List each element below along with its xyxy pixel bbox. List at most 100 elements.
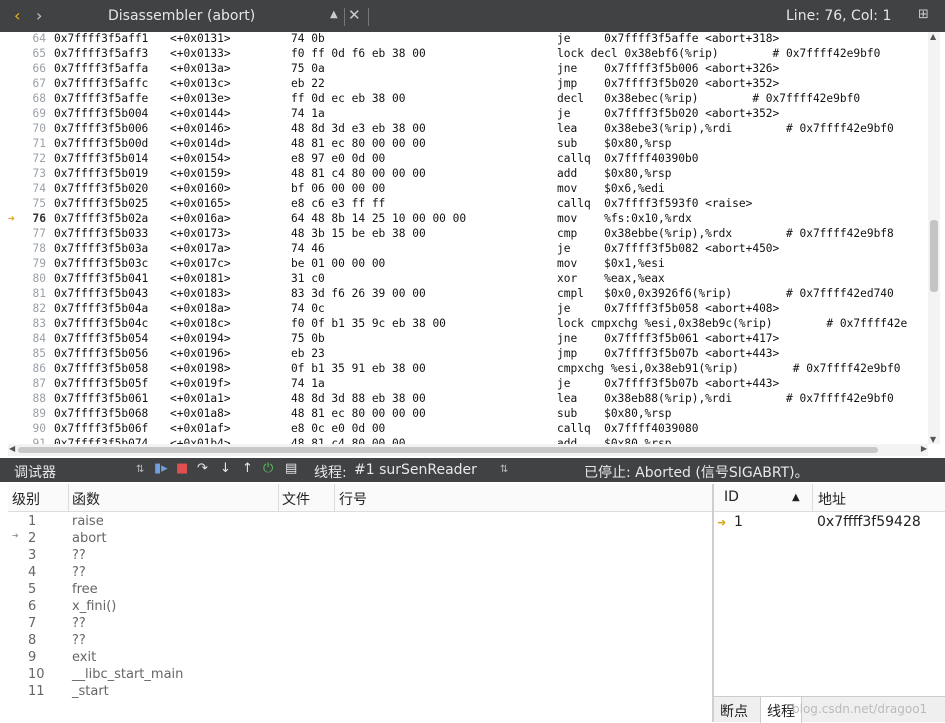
stack-frame-row[interactable]: 6 x_fini()	[8, 599, 712, 616]
code-line[interactable]: 78 0x7ffff3f5b03a <+0x017a> 74 46 je 0x7ffff…	[8, 242, 925, 257]
column-divider[interactable]	[812, 484, 813, 512]
scroll-up-icon[interactable]: ▲	[930, 32, 936, 41]
document-title[interactable]: Disassembler (abort)	[108, 8, 255, 24]
chevron-updown-icon[interactable]: ⇅	[500, 464, 508, 475]
column-divider[interactable]	[278, 484, 279, 512]
instruction-text: add $0x80,%rsp	[557, 167, 672, 180]
column-divider[interactable]	[334, 484, 335, 512]
instruction-bytes: eb 23	[291, 347, 325, 360]
continue-icon[interactable]: ▮▸	[154, 461, 168, 476]
stop-icon[interactable]: ■	[176, 461, 188, 476]
code-line[interactable]: 70 0x7ffff3f5b006 <+0x0146> 48 8d 3d e3 eb …	[8, 122, 925, 137]
code-line[interactable]: 73 0x7ffff3f5b019 <+0x0159> 48 81 c4 80 00 …	[8, 167, 925, 182]
stack-frame-row[interactable]: 1 raise	[8, 514, 712, 531]
scroll-left-icon[interactable]: ◀	[9, 444, 15, 453]
frame-function: ??	[72, 548, 86, 563]
frame-function: exit	[72, 650, 97, 665]
thread-row[interactable]: ➜ 1 0x7ffff3f59428	[714, 513, 945, 533]
column-level[interactable]: 级别	[12, 489, 40, 509]
instruction-text: je 0x7ffff3f5affe <abort+318>	[557, 32, 780, 45]
code-line[interactable]: ➜ 76 0x7ffff3f5b02a <+0x016a> 64 48 8b 14 25…	[8, 212, 925, 227]
instruction-text: je 0x7ffff3f5b082 <abort+450>	[557, 242, 780, 255]
chevron-updown-icon[interactable]: ⇅	[136, 464, 144, 475]
instruction-offset: <+0x0183>	[170, 287, 231, 300]
frame-function: ??	[72, 616, 86, 631]
code-line[interactable]: 86 0x7ffff3f5b058 <+0x0198> 0f b1 35 91 eb …	[8, 362, 925, 377]
column-file[interactable]: 文件	[282, 489, 310, 509]
back-arrow-icon[interactable]: ‹	[14, 6, 20, 25]
stack-frame-row[interactable]: 5 free	[8, 582, 712, 599]
scroll-down-icon[interactable]: ▼	[930, 435, 936, 444]
code-line[interactable]: 75 0x7ffff3f5b025 <+0x0165> e8 c6 e3 ff ff c…	[8, 197, 925, 212]
instruction-address: 0x7ffff3f5b03a	[54, 242, 149, 255]
instruction-text: jmp 0x7ffff3f5b07b <abort+443>	[557, 347, 780, 360]
code-line[interactable]: 74 0x7ffff3f5b020 <+0x0160> bf 06 00 00 00 m…	[8, 182, 925, 197]
thread-select[interactable]: #1 surSenReader	[354, 462, 477, 478]
sort-ascending-icon[interactable]: ▲	[792, 492, 800, 503]
code-line[interactable]: 84 0x7ffff3f5b054 <+0x0194> 75 0b jne 0x7fff…	[8, 332, 925, 347]
stack-frame-row[interactable]: 11 _start	[8, 684, 712, 701]
scroll-right-icon[interactable]: ▶	[921, 444, 927, 453]
scroll-thumb[interactable]	[930, 220, 938, 292]
code-line[interactable]: 77 0x7ffff3f5b033 <+0x0173> 48 3b 15 be eb …	[8, 227, 925, 242]
instruction-address: 0x7ffff3f5affa	[54, 62, 149, 75]
vertical-scrollbar[interactable]: ▲ ▼	[928, 32, 940, 444]
stack-frame-row[interactable]: 10 __libc_start_main	[8, 667, 712, 684]
forward-arrow-icon[interactable]: ›	[36, 6, 42, 25]
column-function[interactable]: 函数	[72, 489, 100, 509]
step-into-icon[interactable]: ↓	[220, 461, 231, 476]
code-line[interactable]: 67 0x7ffff3f5affc <+0x013c> eb 22 jmp 0x7fff…	[8, 77, 925, 92]
code-line[interactable]: 69 0x7ffff3f5b004 <+0x0144> 74 1a je 0x7ffff…	[8, 107, 925, 122]
code-line[interactable]: 66 0x7ffff3f5affa <+0x013a> 75 0a jne 0x7fff…	[8, 62, 925, 77]
instruction-bytes: 74 46	[291, 242, 325, 255]
code-line[interactable]: 65 0x7ffff3f5aff3 <+0x0133> f0 ff 0d f6 eb …	[8, 47, 925, 62]
stack-frame-row[interactable]: 4??	[8, 565, 712, 582]
toolbar-divider	[368, 8, 369, 26]
instruction-bytes: 48 81 ec 80 00 00 00	[291, 137, 426, 150]
code-line[interactable]: 72 0x7ffff3f5b014 <+0x0154> e8 97 e0 0d 00 c…	[8, 152, 925, 167]
stack-frame-row[interactable]: ➜ 2 abort	[8, 531, 712, 548]
instruction-offset: <+0x0154>	[170, 152, 231, 165]
instruction-offset: <+0x019f>	[170, 377, 231, 390]
code-line[interactable]: 68 0x7ffff3f5affe <+0x013e> ff 0d ec eb 38 …	[8, 92, 925, 107]
code-line[interactable]: 85 0x7ffff3f5b056 <+0x0196> eb 23 jmp 0x7fff…	[8, 347, 925, 362]
debugger-mode-select[interactable]: 调试器	[14, 462, 56, 482]
code-line[interactable]: 90 0x7ffff3f5b06f <+0x01af> e8 0c e0 0d 00 c…	[8, 422, 925, 437]
horizontal-scrollbar[interactable]: ◀ ▶	[8, 444, 928, 456]
instruction-text: jne 0x7ffff3f5b006 <abort+326>	[557, 62, 780, 75]
code-line[interactable]: 71 0x7ffff3f5b00d <+0x014d> 48 81 ec 80 00 …	[8, 137, 925, 152]
stack-header: 级别 函数 文件 行号	[8, 484, 712, 512]
code-line[interactable]: 81 0x7ffff3f5b043 <+0x0183> 83 3d f6 26 39 …	[8, 287, 925, 302]
column-id[interactable]: ID	[724, 489, 739, 505]
stack-frame-row[interactable]: 3??	[8, 548, 712, 565]
column-divider[interactable]	[68, 484, 69, 512]
stack-view[interactable]: 级别 函数 文件 行号 1 raise ➜ 2 abort 3?? 4?? 5 free 6 x_f…	[8, 484, 712, 722]
code-line[interactable]: 79 0x7ffff3f5b03c <+0x017c> be 01 00 00 00 m…	[8, 257, 925, 272]
code-line[interactable]: 87 0x7ffff3f5b05f <+0x019f> 74 1a je 0x7ffff…	[8, 377, 925, 392]
scroll-thumb[interactable]	[18, 447, 878, 453]
document-selector-icon[interactable]: ▲	[330, 9, 338, 20]
stack-frame-row[interactable]: 9 exit	[8, 650, 712, 667]
stack-frame-row[interactable]: 8??	[8, 633, 712, 650]
code-line[interactable]: 80 0x7ffff3f5b041 <+0x0181> 31 c0 xor %eax,%…	[8, 272, 925, 287]
disassembly-toggle-icon[interactable]: ▤	[285, 461, 297, 476]
stack-frame-row[interactable]: 7??	[8, 616, 712, 633]
split-view-icon[interactable]: ⊞	[918, 7, 929, 22]
close-icon[interactable]: ✕	[348, 6, 361, 24]
code-line[interactable]: 64 0x7ffff3f5aff1 <+0x0131> 74 0b je 0x7ffff…	[8, 32, 925, 47]
code-line[interactable]: 89 0x7ffff3f5b068 <+0x01a8> 48 81 ec 80 00 …	[8, 407, 925, 422]
code-line[interactable]: 88 0x7ffff3f5b061 <+0x01a1> 48 8d 3d 88 eb …	[8, 392, 925, 407]
instruction-bytes: e8 0c e0 0d 00	[291, 422, 386, 435]
column-line[interactable]: 行号	[339, 489, 367, 509]
threads-view[interactable]: ID ▲ 地址 ➜ 1 0x7ffff3f59428 断点 线程 blog.cs…	[714, 484, 945, 723]
tab-breakpoints[interactable]: 断点	[714, 697, 754, 723]
disassembly-view[interactable]: 64 0x7ffff3f5aff1 <+0x0131> 74 0b je 0x7ffff…	[8, 32, 925, 444]
column-address[interactable]: 地址	[818, 489, 846, 509]
code-line[interactable]: 91 0x7ffff3f5b074 <+0x01b4> 48 81 c4 80 00 …	[8, 437, 925, 444]
code-line[interactable]: 82 0x7ffff3f5b04a <+0x018a> 74 0c je 0x7ffff…	[8, 302, 925, 317]
step-over-icon[interactable]: ↷	[197, 461, 208, 476]
instruction-text: callq 0x7ffff3f593f0 <raise>	[557, 197, 753, 210]
step-out-icon[interactable]: ↑	[242, 461, 253, 476]
code-line[interactable]: 83 0x7ffff3f5b04c <+0x018c> f0 0f b1 35 9c …	[8, 317, 925, 332]
restart-icon[interactable]: ⏻	[263, 461, 273, 476]
